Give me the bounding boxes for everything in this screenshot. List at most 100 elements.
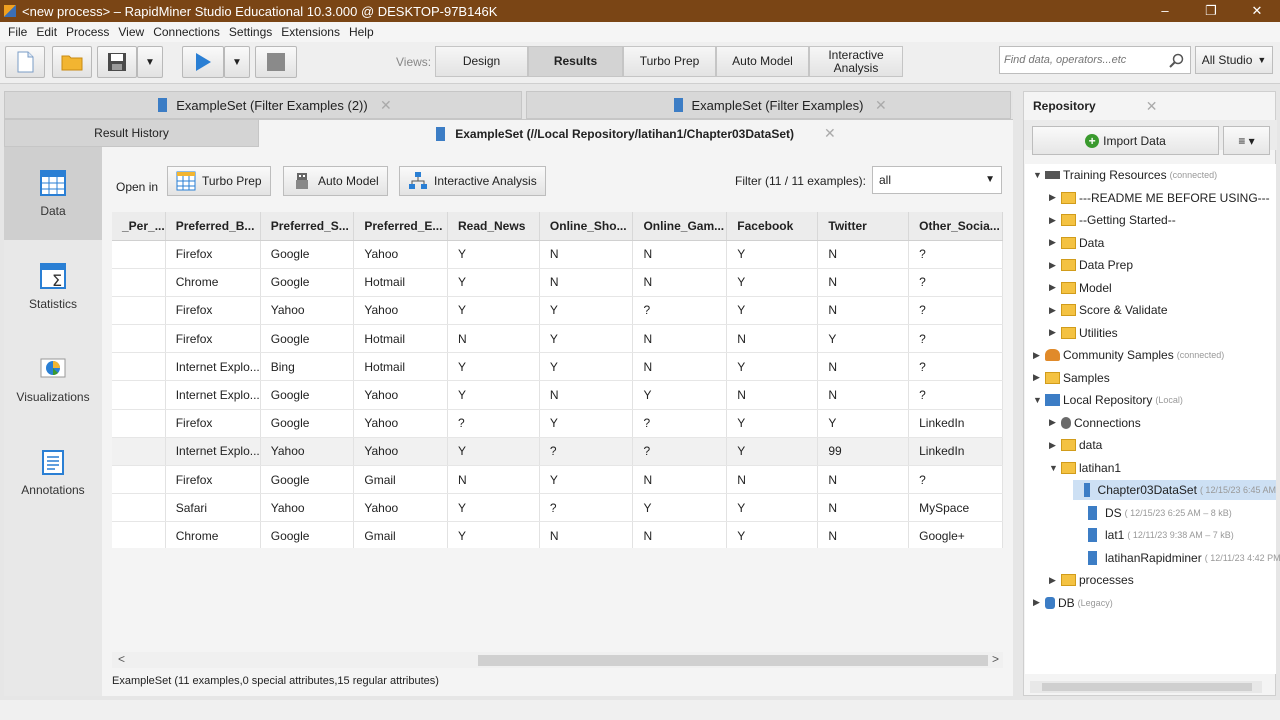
table-row[interactable]: Chrome Google Gmail Y N N Y N Google+ (112, 521, 1003, 548)
open-process-button[interactable] (52, 46, 92, 78)
sidenav-data[interactable]: Data (4, 147, 102, 240)
column-header[interactable]: Online_Gam... (632, 212, 728, 241)
chevron-right-icon[interactable]: ▶ (1049, 327, 1061, 338)
view-design-button[interactable]: Design (435, 46, 528, 77)
view-results-button[interactable]: Results (528, 46, 623, 77)
tree-node[interactable]: ▶ data (1049, 435, 1102, 455)
table-row[interactable]: Internet Explo... Bing Hotmail Y Y N Y N? (112, 352, 1003, 382)
tree-node[interactable]: ▶ processes (1049, 570, 1134, 590)
sidenav-annotations[interactable]: Annotations (4, 426, 102, 519)
chevron-right-icon[interactable]: ▶ (1049, 282, 1061, 293)
run-button[interactable] (182, 46, 224, 78)
menu-view[interactable]: View (118, 25, 144, 39)
table-row[interactable]: Firefox Google Hotmail N Y N N Y? (112, 324, 1003, 354)
save-button[interactable] (97, 46, 137, 78)
tree-node[interactable]: lat1( 12/11/23 9:38 AM – 7 kB) (1073, 525, 1234, 545)
table-row[interactable]: Safari Yahoo Yahoo Y? Y Y N MySpace (112, 493, 1003, 523)
tab-repository[interactable]: Repository ✕ (1024, 92, 1167, 120)
table-row[interactable]: Chrome Google Hotmail Y N N Y N? (112, 268, 1003, 297)
menu-process[interactable]: Process (66, 25, 109, 39)
column-header[interactable]: Twitter (817, 212, 910, 241)
tree-node[interactable]: ▶ DB (Legacy) (1033, 593, 1113, 613)
open-interactive-analysis-button[interactable]: Interactive Analysis (399, 166, 546, 196)
chevron-right-icon[interactable]: ▶ (1049, 305, 1061, 316)
column-header[interactable]: Other_Socia... (908, 212, 1003, 241)
scrollbar-thumb[interactable] (478, 655, 988, 666)
tree-node[interactable]: ▼ Training Resources (connected) (1033, 165, 1217, 185)
tree-node[interactable]: ▼ Local Repository (Local) (1033, 390, 1183, 410)
close-icon[interactable]: ✕ (824, 125, 836, 142)
chevron-right-icon[interactable]: ▶ (1033, 597, 1045, 608)
close-icon[interactable]: ✕ (875, 97, 887, 114)
chevron-down-icon[interactable]: ▼ (1033, 170, 1045, 180)
chevron-right-icon[interactable]: ▶ (1033, 372, 1045, 383)
column-header[interactable]: _Per_... (112, 212, 166, 241)
table-row[interactable]: Internet Explo... Google Yahoo Y N Y N N? (112, 380, 1003, 410)
repository-menu-button[interactable]: ≡ ▾ (1223, 126, 1270, 155)
chevron-down-icon[interactable]: ▼ (1049, 463, 1061, 473)
close-button[interactable]: ✕ (1234, 0, 1280, 22)
menu-help[interactable]: Help (349, 25, 374, 39)
chevron-right-icon[interactable]: ▶ (1049, 260, 1061, 271)
menu-edit[interactable]: Edit (36, 25, 57, 39)
search-input[interactable] (1000, 47, 1160, 73)
filter-dropdown[interactable]: all ▼ (872, 166, 1002, 194)
tree-node[interactable]: DS( 12/15/23 6:25 AM – 8 kB) (1073, 503, 1232, 523)
tree-node[interactable]: ▶ Score & Validate (1049, 300, 1168, 320)
menu-connections[interactable]: Connections (153, 25, 220, 39)
tree-node[interactable]: ▶ Data (1049, 233, 1104, 253)
tab-filter-examples-2[interactable]: ExampleSet (Filter Examples (2)) ✕ (4, 91, 522, 119)
sidenav-visualizations[interactable]: Visualizations (4, 333, 102, 426)
column-header[interactable]: Facebook (726, 212, 819, 241)
table-row[interactable]: Firefox Google Gmail N Y N N N? (112, 465, 1003, 495)
close-icon[interactable]: ✕ (1146, 98, 1158, 115)
tree-node[interactable]: ▶ Community Samples (connected) (1033, 345, 1224, 365)
tree-node[interactable]: ▶ Data Prep (1049, 255, 1133, 275)
scroll-right-icon[interactable]: > (992, 652, 999, 666)
column-header[interactable]: Preferred_B... (165, 212, 261, 241)
view-auto-model-button[interactable]: Auto Model (716, 46, 809, 77)
scrollbar-thumb[interactable] (1042, 683, 1252, 691)
menu-file[interactable]: File (8, 25, 27, 39)
table-row[interactable]: Internet Explo... Yahoo Yahoo Y?? Y 99 LinkedI… (112, 437, 1003, 467)
tab-result-history[interactable]: Result History (4, 119, 259, 147)
tree-node[interactable]: ▶ Model (1049, 278, 1112, 298)
tree-node[interactable]: ▶ --Getting Started-- (1049, 210, 1176, 230)
tab-filter-examples[interactable]: ExampleSet (Filter Examples) ✕ (526, 91, 1011, 119)
chevron-right-icon[interactable]: ▶ (1049, 575, 1061, 586)
scroll-left-icon[interactable]: < (118, 652, 125, 666)
open-auto-model-button[interactable]: Auto Model (283, 166, 388, 196)
open-turbo-prep-button[interactable]: Turbo Prep (167, 166, 271, 196)
chevron-right-icon[interactable]: ▶ (1049, 192, 1061, 203)
stop-button[interactable] (255, 46, 297, 78)
column-header[interactable]: Preferred_S... (260, 212, 355, 241)
chevron-right-icon[interactable]: ▶ (1049, 417, 1061, 428)
chevron-right-icon[interactable]: ▶ (1033, 350, 1045, 361)
table-row[interactable]: Firefox Google Yahoo? Y? Y Y LinkedIn (112, 409, 1003, 438)
import-data-button[interactable]: + Import Data (1032, 126, 1219, 155)
chevron-right-icon[interactable]: ▶ (1049, 215, 1061, 226)
table-row[interactable]: Firefox Yahoo Yahoo Y Y? Y N? (112, 296, 1003, 326)
view-interactive-analysis-button[interactable]: Interactive Analysis (809, 46, 903, 77)
column-header[interactable]: Preferred_E... (353, 212, 448, 241)
tree-node[interactable]: ▶ Connections (1049, 413, 1141, 433)
tree-node[interactable]: ▶ ---README ME BEFORE USING--- (1049, 188, 1270, 208)
search-scope-dropdown[interactable]: All Studio ▼ (1195, 46, 1273, 74)
close-icon[interactable]: ✕ (380, 97, 392, 114)
search-icon[interactable] (1169, 53, 1185, 69)
horizontal-scrollbar[interactable]: < > (112, 652, 1003, 668)
view-turbo-prep-button[interactable]: Turbo Prep (623, 46, 716, 77)
table-row[interactable]: Firefox Google Yahoo Y N N Y N? (112, 240, 1003, 269)
run-dropdown-button[interactable]: ▼ (224, 46, 250, 78)
tree-node[interactable]: ▼ latihan1 (1049, 458, 1121, 478)
chevron-right-icon[interactable]: ▶ (1049, 237, 1061, 248)
tree-node[interactable]: ▶ Samples (1033, 368, 1110, 388)
menu-extensions[interactable]: Extensions (281, 25, 340, 39)
sidenav-statistics[interactable]: Σ Statistics (4, 240, 102, 333)
minimize-button[interactable]: – (1142, 0, 1188, 22)
chevron-right-icon[interactable]: ▶ (1049, 440, 1061, 451)
tree-node[interactable]: ▶ Utilities (1049, 323, 1118, 343)
column-header[interactable]: Online_Sho... (539, 212, 634, 241)
tree-node[interactable]: Chapter03DataSet( 12/15/23 6:45 AM (1073, 480, 1276, 500)
tree-node[interactable]: latihanRapidminer( 12/11/23 4:42 PM (1073, 548, 1280, 568)
